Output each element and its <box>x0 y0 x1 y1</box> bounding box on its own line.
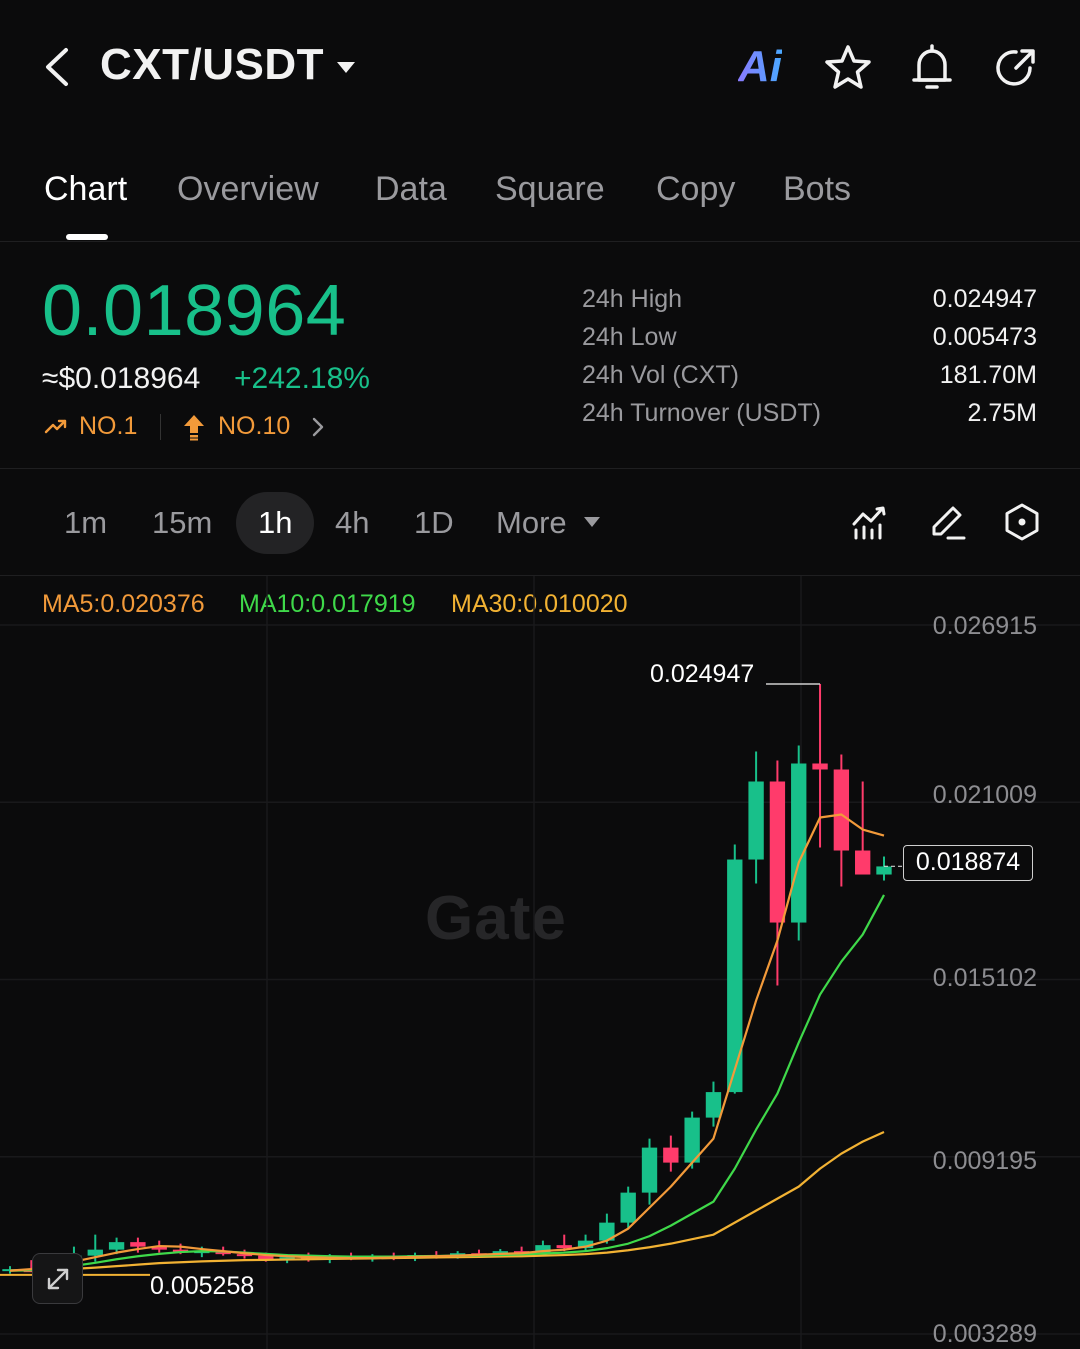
candle-body <box>791 763 807 923</box>
candle-body <box>705 1092 722 1118</box>
candle-body <box>812 763 828 770</box>
divider <box>0 468 1080 469</box>
low-marker-label: 0.005258 <box>150 1272 255 1300</box>
y-tick-label: 0.026915 <box>932 612 1037 640</box>
candle-body <box>855 850 871 875</box>
ma5-line <box>9 813 885 1272</box>
tab-bots[interactable]: Bots <box>783 170 851 209</box>
y-tick-label: 0.009195 <box>932 1147 1037 1175</box>
change-percent: +242.18% <box>234 362 370 395</box>
stat-low-label: 24h Low <box>582 323 677 351</box>
stat-turnover-label: 24h Turnover (USDT) <box>582 399 821 427</box>
caret-down-icon[interactable] <box>582 515 602 529</box>
ai-assistant-icon[interactable]: Ai <box>738 42 782 92</box>
stat-high-label: 24h High <box>582 285 683 313</box>
candlestick-chart[interactable] <box>0 576 1080 1349</box>
trading-pair-title[interactable]: CXT/USDT <box>100 40 324 90</box>
draw-pen-icon[interactable] <box>926 500 970 544</box>
interval-1h[interactable]: 1h <box>258 505 292 541</box>
caret-down-icon[interactable] <box>334 58 358 76</box>
candle-body <box>556 1245 572 1249</box>
bell-icon[interactable] <box>906 42 958 94</box>
y-tick-label: 0.003289 <box>932 1320 1037 1348</box>
divider <box>160 414 161 440</box>
tab-chart[interactable]: Chart <box>44 170 127 209</box>
candle-body <box>641 1147 658 1193</box>
stat-vol-value: 181.70M <box>939 361 1037 389</box>
candle-body <box>833 769 850 851</box>
back-arrow-icon[interactable] <box>40 44 76 90</box>
share-icon[interactable] <box>990 42 1042 94</box>
settings-icon[interactable] <box>1000 500 1044 544</box>
y-tick-label: 0.021009 <box>932 781 1037 809</box>
last-price: 0.018964 <box>42 271 347 351</box>
stat-low-value: 0.005473 <box>932 323 1037 351</box>
candle-body <box>769 781 786 923</box>
stat-turnover-value: 2.75M <box>967 399 1037 427</box>
indicators-icon[interactable] <box>848 500 892 544</box>
stat-high-value: 0.024947 <box>932 285 1037 313</box>
top-bar: CXT/USDT Ai <box>0 0 1080 135</box>
candle-body <box>876 866 892 875</box>
tab-overview[interactable]: Overview <box>177 170 319 209</box>
hot-rank-icon <box>184 415 204 441</box>
fullscreen-button[interactable] <box>32 1253 83 1304</box>
tab-data[interactable]: Data <box>375 170 447 209</box>
ma10-line <box>9 894 885 1272</box>
candle-body <box>620 1192 636 1223</box>
interval-1m[interactable]: 1m <box>64 505 107 541</box>
trending-up-icon <box>44 419 67 434</box>
last-price-marker: 0.018874 <box>903 845 1033 881</box>
rank-gainers[interactable]: NO.1 <box>79 412 137 441</box>
candle-body <box>108 1242 125 1250</box>
high-marker-label: 0.024947 <box>650 660 755 688</box>
candle-body <box>87 1249 103 1256</box>
expand-icon <box>47 1268 69 1290</box>
active-tab-indicator <box>66 234 108 240</box>
ma30-line <box>9 1131 885 1272</box>
interval-1d[interactable]: 1D <box>414 505 454 541</box>
rank-hot[interactable]: NO.10 <box>218 412 290 441</box>
chevron-right-icon[interactable] <box>310 416 326 438</box>
interval-15m[interactable]: 15m <box>152 505 212 541</box>
y-tick-label: 0.015102 <box>932 964 1037 992</box>
tab-square[interactable]: Square <box>495 170 605 209</box>
candle-body <box>663 1147 679 1163</box>
usd-price: ≈$0.018964 <box>42 362 201 395</box>
candle-body <box>130 1242 146 1247</box>
star-icon[interactable] <box>822 42 874 94</box>
interval-4h[interactable]: 4h <box>335 505 369 541</box>
candle-body <box>727 859 743 1093</box>
stat-vol-label: 24h Vol (CXT) <box>582 361 740 389</box>
candle-body <box>748 781 764 860</box>
interval-more[interactable]: More <box>496 505 567 541</box>
section-tabs: Chart Overview Data Square Copy Bots <box>0 160 1080 242</box>
tab-copy[interactable]: Copy <box>656 170 735 209</box>
